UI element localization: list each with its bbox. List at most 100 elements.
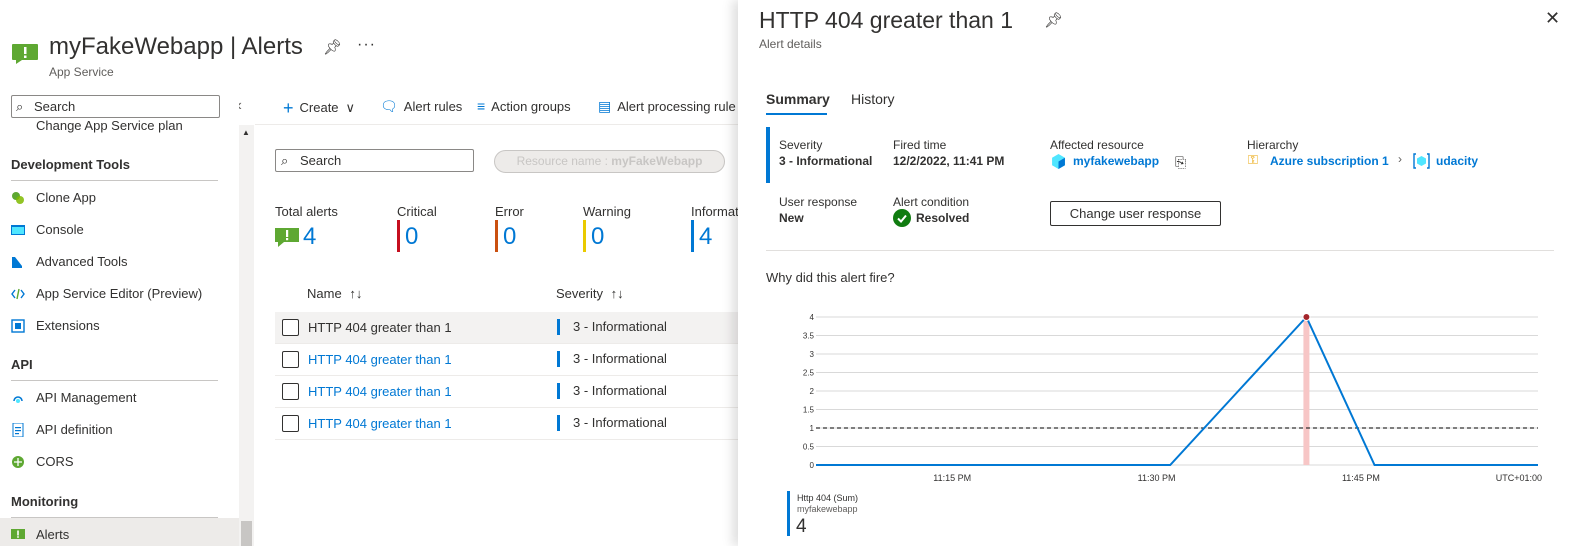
copy-icon[interactable]: ⎘ [1175,154,1186,171]
row-checkbox[interactable] [282,383,299,400]
column-header-name[interactable]: Name ↑↓ [307,286,362,301]
y-tick-label: 1.5 [803,406,815,415]
search-icon: ⌕ [16,99,24,114]
table-row[interactable]: HTTP 404 greater than 1 3 - Informationa… [275,344,745,376]
alert-name-link[interactable]: HTTP 404 greater than 1 [308,352,452,367]
sidebar-section-title: Development Tools [11,157,130,172]
table-row[interactable]: HTTP 404 greater than 1 3 - Informationa… [275,312,745,344]
user-response-value: New [779,211,804,225]
y-tick-label: 3.5 [803,332,815,341]
severity-value: 3 - Informational [573,319,667,334]
alerts-icon [12,44,38,64]
scroll-up-icon[interactable]: ▲ [242,128,250,137]
cors-icon [12,456,24,468]
severity-value: 3 - Informational [779,154,873,168]
chevron-right-icon: › [1398,152,1402,166]
error-count[interactable]: 0 [503,223,516,251]
sort-icon: ↑↓ [610,286,624,301]
data-point [1302,313,1311,321]
severity-bar [557,351,560,367]
row-checkbox[interactable] [282,319,299,336]
alert-name-link[interactable]: HTTP 404 greater than 1 [308,384,452,399]
error-label: Error [495,204,524,219]
severity-value: 3 - Informational [573,383,667,398]
check-circle-icon [893,209,911,227]
more-options-button[interactable]: ··· [357,36,376,54]
sidebar-search-input[interactable]: ⌕ Search [11,95,220,118]
severity-label: Severity [779,138,823,152]
user-response-label: User response [779,195,858,209]
extensions-icon [11,319,25,333]
change-user-response-button[interactable]: Change user response [1050,201,1221,226]
processing-rules-icon: ▤ [598,98,612,114]
alerts-search-input[interactable]: ⌕ Search [275,149,474,172]
active-tab-indicator [766,113,827,115]
panel-subtitle: Alert details [759,37,822,51]
critical-bar [397,220,400,252]
severity-accent-bar [766,127,770,183]
resource-group-link[interactable]: udacity [1436,154,1478,168]
app-service-icon [1052,154,1065,169]
tab-history[interactable]: History [851,91,895,107]
key-icon: ⚿ [1248,152,1258,167]
sidebar-section-title: API [11,357,33,372]
y-tick-label: 2.5 [803,369,815,378]
plus-icon: + [283,98,294,118]
affected-resource-link[interactable]: myfakewebapp [1073,154,1159,168]
column-header-severity[interactable]: Severity ↑↓ [556,286,624,301]
x-tick-label: 11:15 PM [933,473,971,483]
alerts-icon [11,529,25,539]
warning-count[interactable]: 0 [591,223,604,251]
table-row[interactable]: HTTP 404 greater than 1 3 - Informationa… [275,376,745,408]
x-tick-label: 11:45 PM [1342,473,1380,483]
y-tick-label: 4 [810,313,815,322]
alert-name-link[interactable]: HTTP 404 greater than 1 [308,416,452,431]
pin-icon[interactable]: 📌︎ [1044,11,1063,29]
y-tick-label: 0.5 [803,443,815,452]
fired-time-label: Fired time [893,138,947,152]
close-icon[interactable]: ✕ [1545,8,1560,29]
warning-label: Warning [583,204,631,219]
fired-time-value: 12/2/2022, 11:41 PM [893,154,1005,168]
y-tick-label: 2 [810,387,815,396]
y-tick-label: 1 [810,424,815,433]
total-alerts-count[interactable]: 4 [303,223,316,251]
action-groups-icon: ≡ [477,98,486,114]
chevron-down-icon: ∨ [345,100,356,115]
tab-summary[interactable]: Summary [766,91,830,107]
resource-filter-pill[interactable]: Resource name : myFakeWebapp [494,150,725,173]
severity-bar [557,319,560,335]
alert-condition-label: Alert condition [893,195,970,209]
table-row[interactable]: HTTP 404 greater than 1 3 - Informationa… [275,408,745,440]
y-tick-label: 0 [810,461,815,470]
informational-count[interactable]: 4 [699,223,712,251]
alert-name-link[interactable]: HTTP 404 greater than 1 [308,320,452,335]
action-groups-button[interactable]: ≡ Action groups [477,98,571,114]
alert-condition-value: Resolved [916,211,970,225]
alert-rules-icon: 🗨︎ [380,98,398,114]
row-checkbox[interactable] [282,351,299,368]
timezone-label: UTC+01:00 [1496,473,1542,483]
api-definition-icon [12,423,24,437]
legend-bar [787,491,790,536]
critical-count[interactable]: 0 [405,223,418,251]
sidebar-section-title: Monitoring [11,494,79,509]
severity-bar [557,383,560,399]
pin-icon[interactable]: 📌︎ [323,38,342,56]
severity-bar [557,415,560,431]
row-checkbox[interactable] [282,415,299,432]
resource-group-icon [1413,153,1430,169]
alert-rules-button[interactable]: 🗨︎ Alert rules [380,98,462,115]
subscription-link[interactable]: Azure subscription 1 [1270,154,1389,168]
alert-processing-rules-button[interactable]: ▤ Alert processing rule [598,98,736,115]
severity-value: 3 - Informational [573,351,667,366]
sort-icon: ↑↓ [349,286,363,301]
critical-label: Critical [397,204,437,219]
create-button[interactable]: + Create ∨ [283,98,355,119]
alert-chart: 0 0.5 1 1.5 2 2.5 3 3.5 4 11:15 PM 11:30 PM 11:45 P… [803,313,1542,483]
sidebar-scrollbar[interactable] [239,125,254,546]
sidebar-scroll-thumb[interactable] [241,521,252,546]
legend-resource: myfakewebapp [797,504,858,514]
informational-bar [691,220,694,252]
api-management-icon [13,396,23,403]
